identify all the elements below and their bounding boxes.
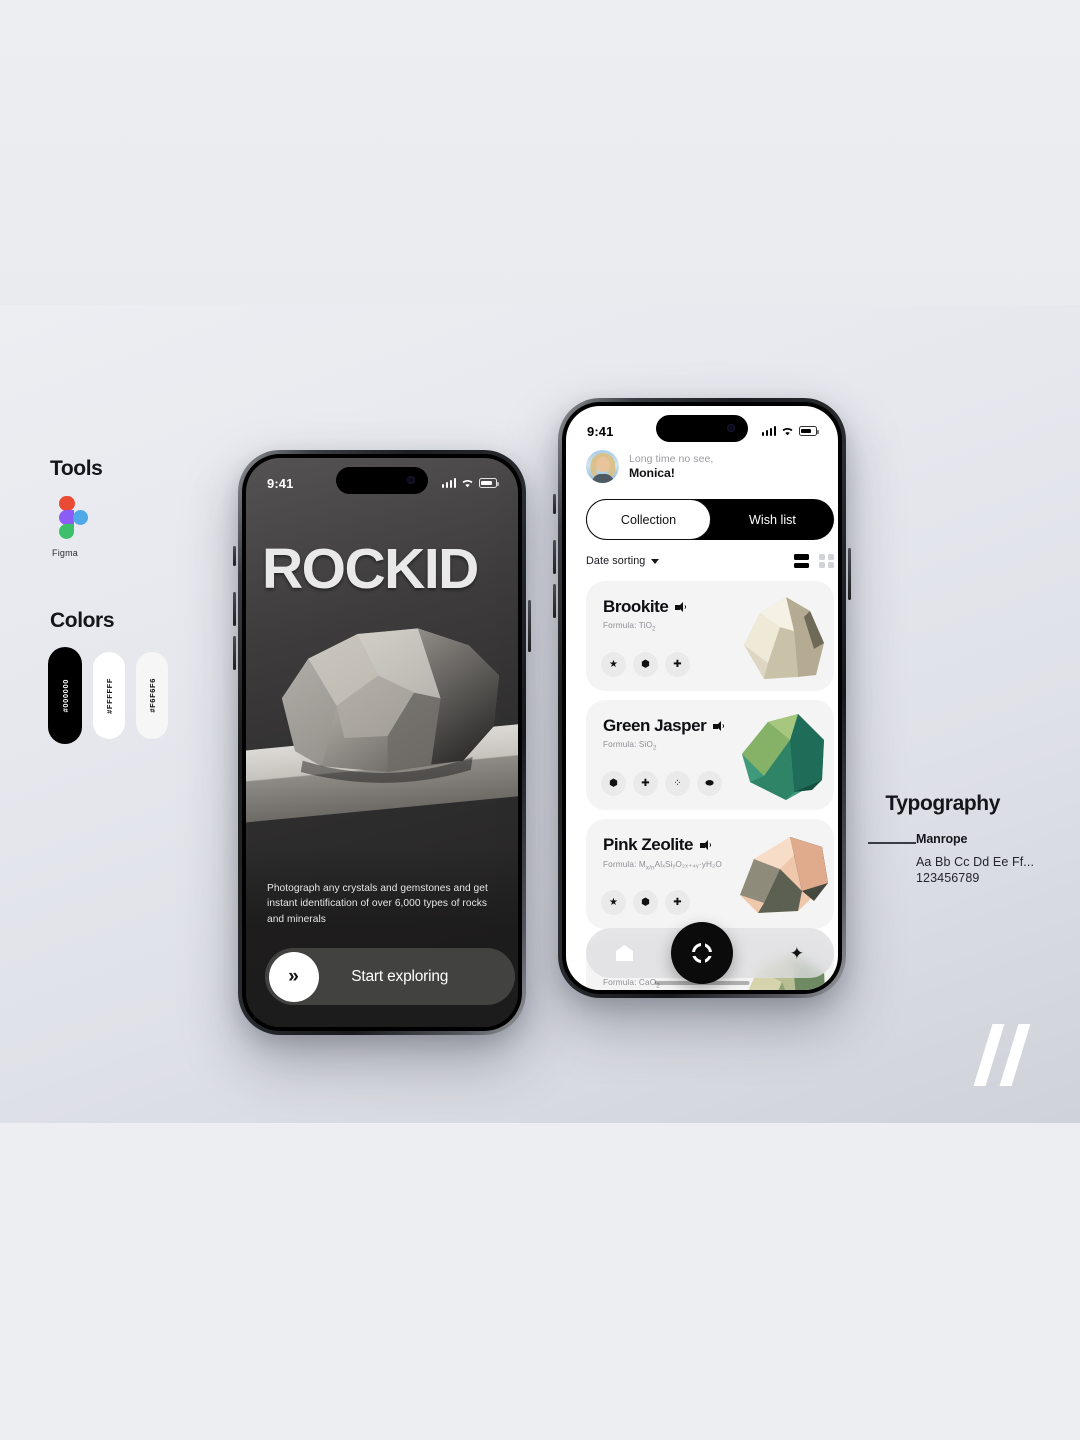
mineral-thumbnail xyxy=(742,714,824,800)
gem-icon[interactable]: ⬢ xyxy=(633,652,658,677)
typography-details: Manrope Aa Bb Cc Dd Ee Ff... 123456789 xyxy=(916,832,1034,885)
gem-icon[interactable]: ⬢ xyxy=(601,771,626,796)
star-icon[interactable]: ★ xyxy=(601,890,626,915)
mineral-thumbnail xyxy=(740,837,828,913)
gem-icon[interactable]: ⬢ xyxy=(633,890,658,915)
mineral-action-chips: ★ ⬢ ✚ xyxy=(601,890,690,915)
molecule-icon[interactable]: ⁘ xyxy=(665,771,690,796)
mineral-formula: Formula: SiO2 xyxy=(603,740,657,752)
collection-screen: 9:41 Long time no see, Monica! Collectio… xyxy=(566,406,838,990)
greeting-line-1: Long time no see, xyxy=(629,453,714,465)
typography-sample-letters: Aa Bb Cc Dd Ee Ff... xyxy=(916,855,1035,869)
tab-wish-list[interactable]: Wish list xyxy=(711,499,834,540)
mineral-action-chips: ★ ⬢ ✚ xyxy=(601,652,690,677)
color-swatch[interactable]: #000000 xyxy=(48,647,82,744)
user-greeting[interactable]: Long time no see, Monica! xyxy=(586,450,713,483)
figma-logo-icon xyxy=(52,496,88,541)
start-exploring-button[interactable]: » Start exploring xyxy=(265,948,515,1005)
dynamic-island xyxy=(336,467,428,494)
phone-mockup-collection: 9:41 Long time no see, Monica! Collectio… xyxy=(553,398,851,998)
plus-icon[interactable]: ✚ xyxy=(665,890,690,915)
status-time: 9:41 xyxy=(267,475,294,491)
colors-heading: Colors xyxy=(50,609,115,632)
plus-icon[interactable]: ✚ xyxy=(633,771,658,796)
color-swatch-list: #000000 #FFFFFF #F6F6F6 xyxy=(48,647,168,744)
wifi-icon xyxy=(462,479,473,488)
battery-icon xyxy=(479,478,499,488)
phone-mockup-onboarding: 9:41 ROCKID Photograph any crystals and … xyxy=(233,450,531,1035)
date-sorting-label: Date sorting xyxy=(586,555,646,567)
color-swatch-label: #FFFFFF xyxy=(104,677,114,714)
tab-collection[interactable]: Collection xyxy=(586,499,711,540)
status-time: 9:41 xyxy=(587,423,614,439)
plus-icon[interactable]: ✚ xyxy=(665,652,690,677)
sparkle-icon[interactable]: ✦ xyxy=(790,945,804,962)
mineral-name: Pink Zeolite xyxy=(603,835,694,854)
color-swatch[interactable]: #F6F6F6 xyxy=(136,652,168,739)
star-icon[interactable]: ★ xyxy=(601,652,626,677)
droplet-icon[interactable]: ⬬ xyxy=(697,771,722,796)
speaker-icon[interactable] xyxy=(675,601,687,612)
mineral-card[interactable]: Brookite Formula: TiO2 ★ ⬢ ✚ xyxy=(586,581,834,691)
greeting-line-2: Monica! xyxy=(629,466,675,480)
mineral-thumbnail xyxy=(744,597,824,679)
chevron-down-icon xyxy=(651,558,660,564)
background-band-bottom xyxy=(0,1123,1080,1440)
collection-wishlist-tabs: Collection Wish list xyxy=(586,499,834,540)
dynamic-island xyxy=(656,415,748,442)
color-swatch[interactable]: #FFFFFF xyxy=(93,652,125,739)
rock-photo xyxy=(281,628,500,783)
start-exploring-label: Start exploring xyxy=(351,967,449,985)
date-sorting-dropdown[interactable]: Date sorting xyxy=(586,555,660,567)
mineral-formula: Formula: CaO2 xyxy=(603,978,660,990)
color-swatch-label: #F6F6F6 xyxy=(147,678,157,713)
color-swatch-label: #000000 xyxy=(60,678,70,713)
typography-heading: Typography xyxy=(885,792,1000,815)
grid-view-icon[interactable] xyxy=(819,554,834,568)
mineral-card[interactable]: Pink Zeolite Formula: Mx/nAlₓSiᵧO₂ₓ₊₄ᵧ·y… xyxy=(586,819,834,929)
camera-button[interactable] xyxy=(671,922,733,984)
tools-heading: Tools xyxy=(50,457,103,480)
mineral-name-row: Brookite xyxy=(603,597,687,617)
wifi-icon xyxy=(782,427,793,436)
onboarding-description: Photograph any crystals and gemstones an… xyxy=(267,882,488,925)
home-indicator xyxy=(654,981,750,985)
chevron-right-icon: » xyxy=(268,951,319,1002)
onboarding-screen: 9:41 ROCKID Photograph any crystals and … xyxy=(246,458,518,1027)
figma-logo-label: Figma xyxy=(52,548,79,558)
mineral-name-row: Pink Zeolite xyxy=(603,835,712,855)
sort-and-view-bar: Date sorting xyxy=(586,554,834,568)
signal-icon xyxy=(441,478,456,488)
battery-icon xyxy=(799,426,819,436)
mineral-formula: Formula: TiO2 xyxy=(603,621,656,633)
mineral-name: Green Jasper xyxy=(603,716,707,735)
mineral-action-chips: ⬢ ✚ ⁘ ⬬ xyxy=(601,771,722,796)
home-icon[interactable] xyxy=(616,945,633,961)
typography-sample-numbers: 123456789 xyxy=(916,871,980,885)
mineral-name: Brookite xyxy=(603,597,669,616)
avatar[interactable] xyxy=(586,450,619,483)
speaker-icon[interactable] xyxy=(700,839,712,850)
list-view-icon[interactable] xyxy=(794,554,809,568)
speaker-icon[interactable] xyxy=(713,720,725,731)
typography-font-name: Manrope xyxy=(916,832,968,846)
double-slash-logo-icon xyxy=(973,1024,1045,1086)
mineral-formula: Formula: Mx/nAlₓSiᵧO₂ₓ₊₄ᵧ·yH₂O xyxy=(603,860,722,872)
signal-icon xyxy=(761,426,776,436)
mineral-name-row: Green Jasper xyxy=(603,716,725,736)
typography-divider xyxy=(868,842,916,844)
background-band-top xyxy=(0,0,1080,305)
mineral-card[interactable]: Green Jasper Formula: SiO2 ⬢ ✚ ⁘ ⬬ xyxy=(586,700,834,810)
camera-shutter-icon xyxy=(691,942,719,970)
